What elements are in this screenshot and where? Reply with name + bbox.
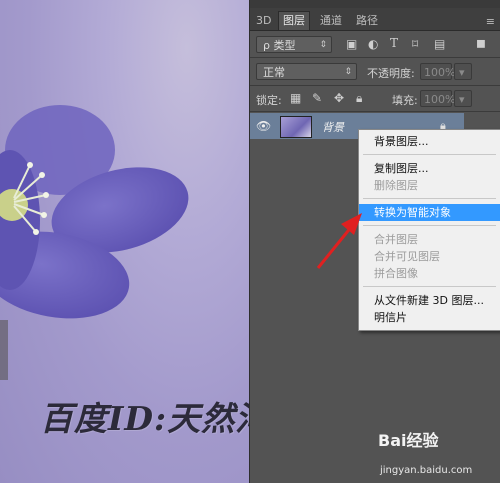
baidu-jingyan-logo: Bai经验 [378,427,438,451]
annotation-arrow [316,213,362,269]
arrow-head [341,213,362,235]
baidu-url: jingyan.baidu.com [380,465,473,476]
baidu-logo-text: Bai经验 [378,431,439,450]
arrow-shaft [316,225,354,269]
